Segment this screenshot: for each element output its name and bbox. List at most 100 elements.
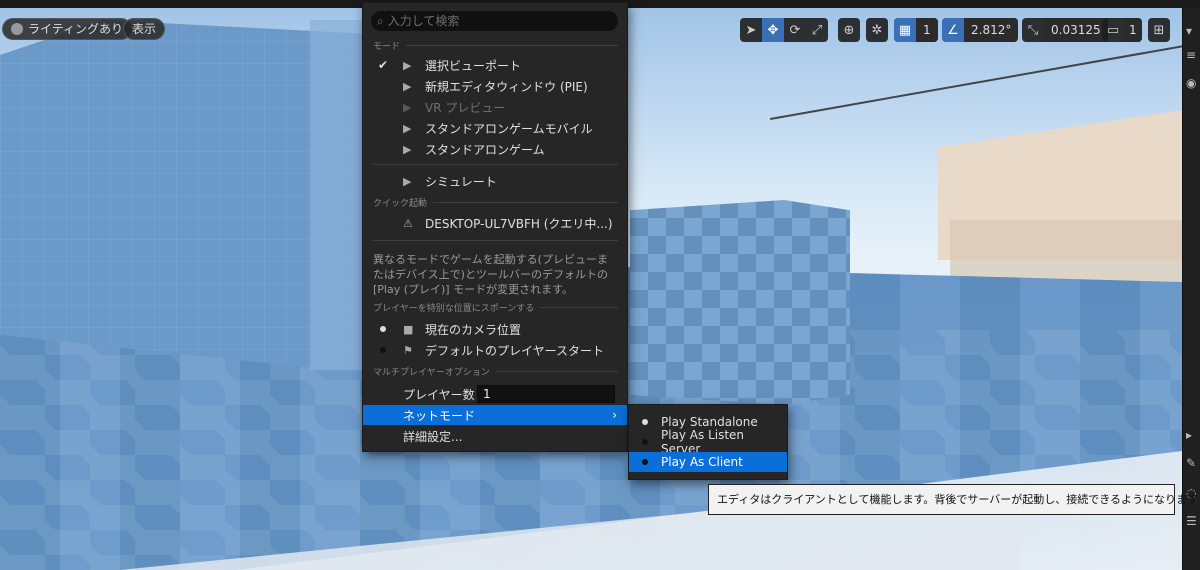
section-header-spawn: プレイヤーを特別な位置にスポーンする xyxy=(373,301,618,314)
play-icon: ▶ xyxy=(403,58,412,72)
separator xyxy=(373,164,618,165)
advanced-settings-item[interactable]: 詳細設定... xyxy=(363,426,627,446)
simulate-label: シミュレート xyxy=(425,174,497,189)
section-label-spawn: プレイヤーを特別な位置にスポーンする xyxy=(373,303,535,314)
camera-icon: ■ xyxy=(403,322,414,336)
standalone-icon: ▶ xyxy=(403,142,412,156)
chevron-right-icon: › xyxy=(612,408,617,422)
lighting-mode-button[interactable]: ライティングあり xyxy=(2,18,133,40)
eye-icon[interactable]: ◉ xyxy=(1186,76,1196,90)
simulate-icon: ▶ xyxy=(403,174,412,188)
scale-icon[interactable]: ⤢ xyxy=(806,18,828,42)
play-options-menu: ⌕ モード ✔ ▶ 選択ビューポート ▶ 新規エディタウィンドウ (PIE) ▶… xyxy=(362,2,628,452)
rotate-icon[interactable]: ⟳ xyxy=(784,18,806,42)
layout-button: ⊞ xyxy=(1148,18,1170,42)
scale-snap-icon[interactable]: ⤡ xyxy=(1022,18,1044,42)
window-play-icon: ▶ xyxy=(403,79,412,93)
radio-selected-icon xyxy=(629,419,661,425)
net-mode-item[interactable]: ネットモード › xyxy=(363,405,627,425)
menu-search[interactable]: ⌕ xyxy=(371,11,618,31)
net-mode-client[interactable]: Play As Client xyxy=(629,452,787,472)
show-label: 表示 xyxy=(132,22,157,36)
mode-vr-preview[interactable]: ▶ VR プレビュー xyxy=(363,97,627,117)
search-icon: ⌕ xyxy=(377,13,384,28)
section-header-multiplayer: マルチプレイヤーオプション xyxy=(373,365,618,378)
grid-icon[interactable]: ▦ xyxy=(894,18,916,42)
spawn-current-camera[interactable]: ■ 現在のカメラ位置 xyxy=(363,319,627,339)
check-icon: ✔ xyxy=(377,58,389,72)
mode-description: 異なるモードでゲームを起動する(プレビューまたはデバイス上で)とツールバーのデフ… xyxy=(373,253,608,296)
net-mode-option-label: Play Standalone xyxy=(661,415,758,429)
pencil-icon[interactable]: ✎ xyxy=(1186,456,1196,470)
sky-wire xyxy=(770,45,1182,120)
spawn-label: 現在のカメラ位置 xyxy=(425,322,522,337)
rotation-snap-value[interactable]: 2.812° xyxy=(964,18,1019,42)
player-count-label: プレイヤー数 xyxy=(403,387,475,402)
grid-snap: ▦ 1 xyxy=(894,18,938,42)
surface-snap-icon[interactable]: ✲ xyxy=(866,18,888,42)
search-input[interactable] xyxy=(387,14,608,28)
radio-unselected-icon xyxy=(363,347,403,353)
quick-launch-device[interactable]: ⚠ DESKTOP-UL7VBFH (クエリ中...) xyxy=(363,213,627,233)
device-label: DESKTOP-UL7VBFH (クエリ中...) xyxy=(425,216,613,231)
transform-tools: ➤ ✥ ⟳ ⤢ xyxy=(740,18,828,42)
mode-label: 選択ビューポート xyxy=(425,58,522,73)
camera-speed: ▭ 1 xyxy=(1102,18,1142,42)
mobile-icon: ▶ xyxy=(403,121,412,135)
net-mode-submenu: Play Standalone Play As Listen Server Pl… xyxy=(628,404,788,480)
spawn-default-player-start[interactable]: ⚑ デフォルトのプレイヤースタート xyxy=(363,340,627,360)
player-count-row: プレイヤー数 xyxy=(363,384,627,404)
show-button[interactable]: 表示 xyxy=(123,18,166,40)
separator xyxy=(373,240,618,241)
mode-label: スタンドアロンゲーム xyxy=(425,142,545,157)
details-panel-edge: ▾ ≡ ◉ ▸ ✎ ◌ ☰ xyxy=(1182,8,1200,570)
scale-snap-value[interactable]: 0.03125 xyxy=(1044,18,1108,42)
mode-selected-viewport[interactable]: ✔ ▶ 選択ビューポート xyxy=(363,55,627,75)
move-icon[interactable]: ✥ xyxy=(762,18,784,42)
spawn-label: デフォルトのプレイヤースタート xyxy=(425,343,605,358)
net-mode-option-label: Play As Client xyxy=(661,455,743,469)
panel-filter-icon[interactable]: ▾ xyxy=(1186,24,1192,38)
angle-icon[interactable]: ∠ xyxy=(942,18,964,42)
camera-speed-value[interactable]: 1 xyxy=(1124,18,1142,42)
warning-icon: ⚠ xyxy=(403,216,413,230)
net-mode-listen-server[interactable]: Play As Listen Server xyxy=(629,428,787,456)
lighting-mode-label: ライティングあり xyxy=(28,22,124,36)
net-mode-tooltip: エディタはクライアントとして機能します。背後でサーバーが起動し、接続できるように… xyxy=(708,484,1198,515)
mode-simulate[interactable]: ▶ シミュレート xyxy=(363,171,627,191)
lighting-icon xyxy=(11,23,23,35)
mode-label: スタンドアロンゲームモバイル xyxy=(425,121,593,136)
camera-icon[interactable]: ▭ xyxy=(1102,18,1124,42)
panel-menu-icon[interactable]: ≡ xyxy=(1186,48,1196,62)
select-icon[interactable]: ➤ xyxy=(740,18,762,42)
checker-block xyxy=(630,200,850,405)
grid-snap-value[interactable]: 1 xyxy=(916,18,938,42)
scale-snap: ⤡ 0.03125 xyxy=(1022,18,1108,42)
layout-icon[interactable]: ⊞ xyxy=(1148,18,1170,42)
section-header-quick: クイック起動 xyxy=(373,196,618,209)
radio-selected-icon xyxy=(363,326,403,332)
player-count-input[interactable] xyxy=(477,385,615,403)
rotation-snap: ∠ 2.812° xyxy=(942,18,1019,42)
radio-unselected-icon xyxy=(629,459,661,465)
net-mode-label: ネットモード xyxy=(403,408,476,423)
radio-unselected-icon xyxy=(629,439,661,445)
mode-new-editor-window[interactable]: ▶ 新規エディタウィンドウ (PIE) xyxy=(363,76,627,96)
panel-list-icon[interactable]: ☰ xyxy=(1186,514,1197,528)
section-header-mode: モード xyxy=(373,39,618,52)
left-wall-side xyxy=(310,20,370,370)
section-label-mode: モード xyxy=(373,41,401,52)
globe-icon[interactable]: ⊕ xyxy=(838,18,860,42)
section-label-quick: クイック起動 xyxy=(373,198,428,209)
mode-label: VR プレビュー xyxy=(425,100,506,115)
section-label-multiplayer: マルチプレイヤーオプション xyxy=(373,367,490,378)
mode-label: 新規エディタウィンドウ (PIE) xyxy=(425,79,588,94)
advanced-label: 詳細設定... xyxy=(403,429,463,444)
world-local-toggle: ⊕ xyxy=(838,18,860,42)
surface-snap: ✲ xyxy=(866,18,888,42)
vr-icon: ▶ xyxy=(403,100,412,114)
panel-arrow-icon[interactable]: ▸ xyxy=(1186,428,1192,442)
mode-standalone-mobile[interactable]: ▶ スタンドアロンゲームモバイル xyxy=(363,118,627,138)
player-start-icon: ⚑ xyxy=(403,343,413,357)
mode-standalone-game[interactable]: ▶ スタンドアロンゲーム xyxy=(363,139,627,159)
